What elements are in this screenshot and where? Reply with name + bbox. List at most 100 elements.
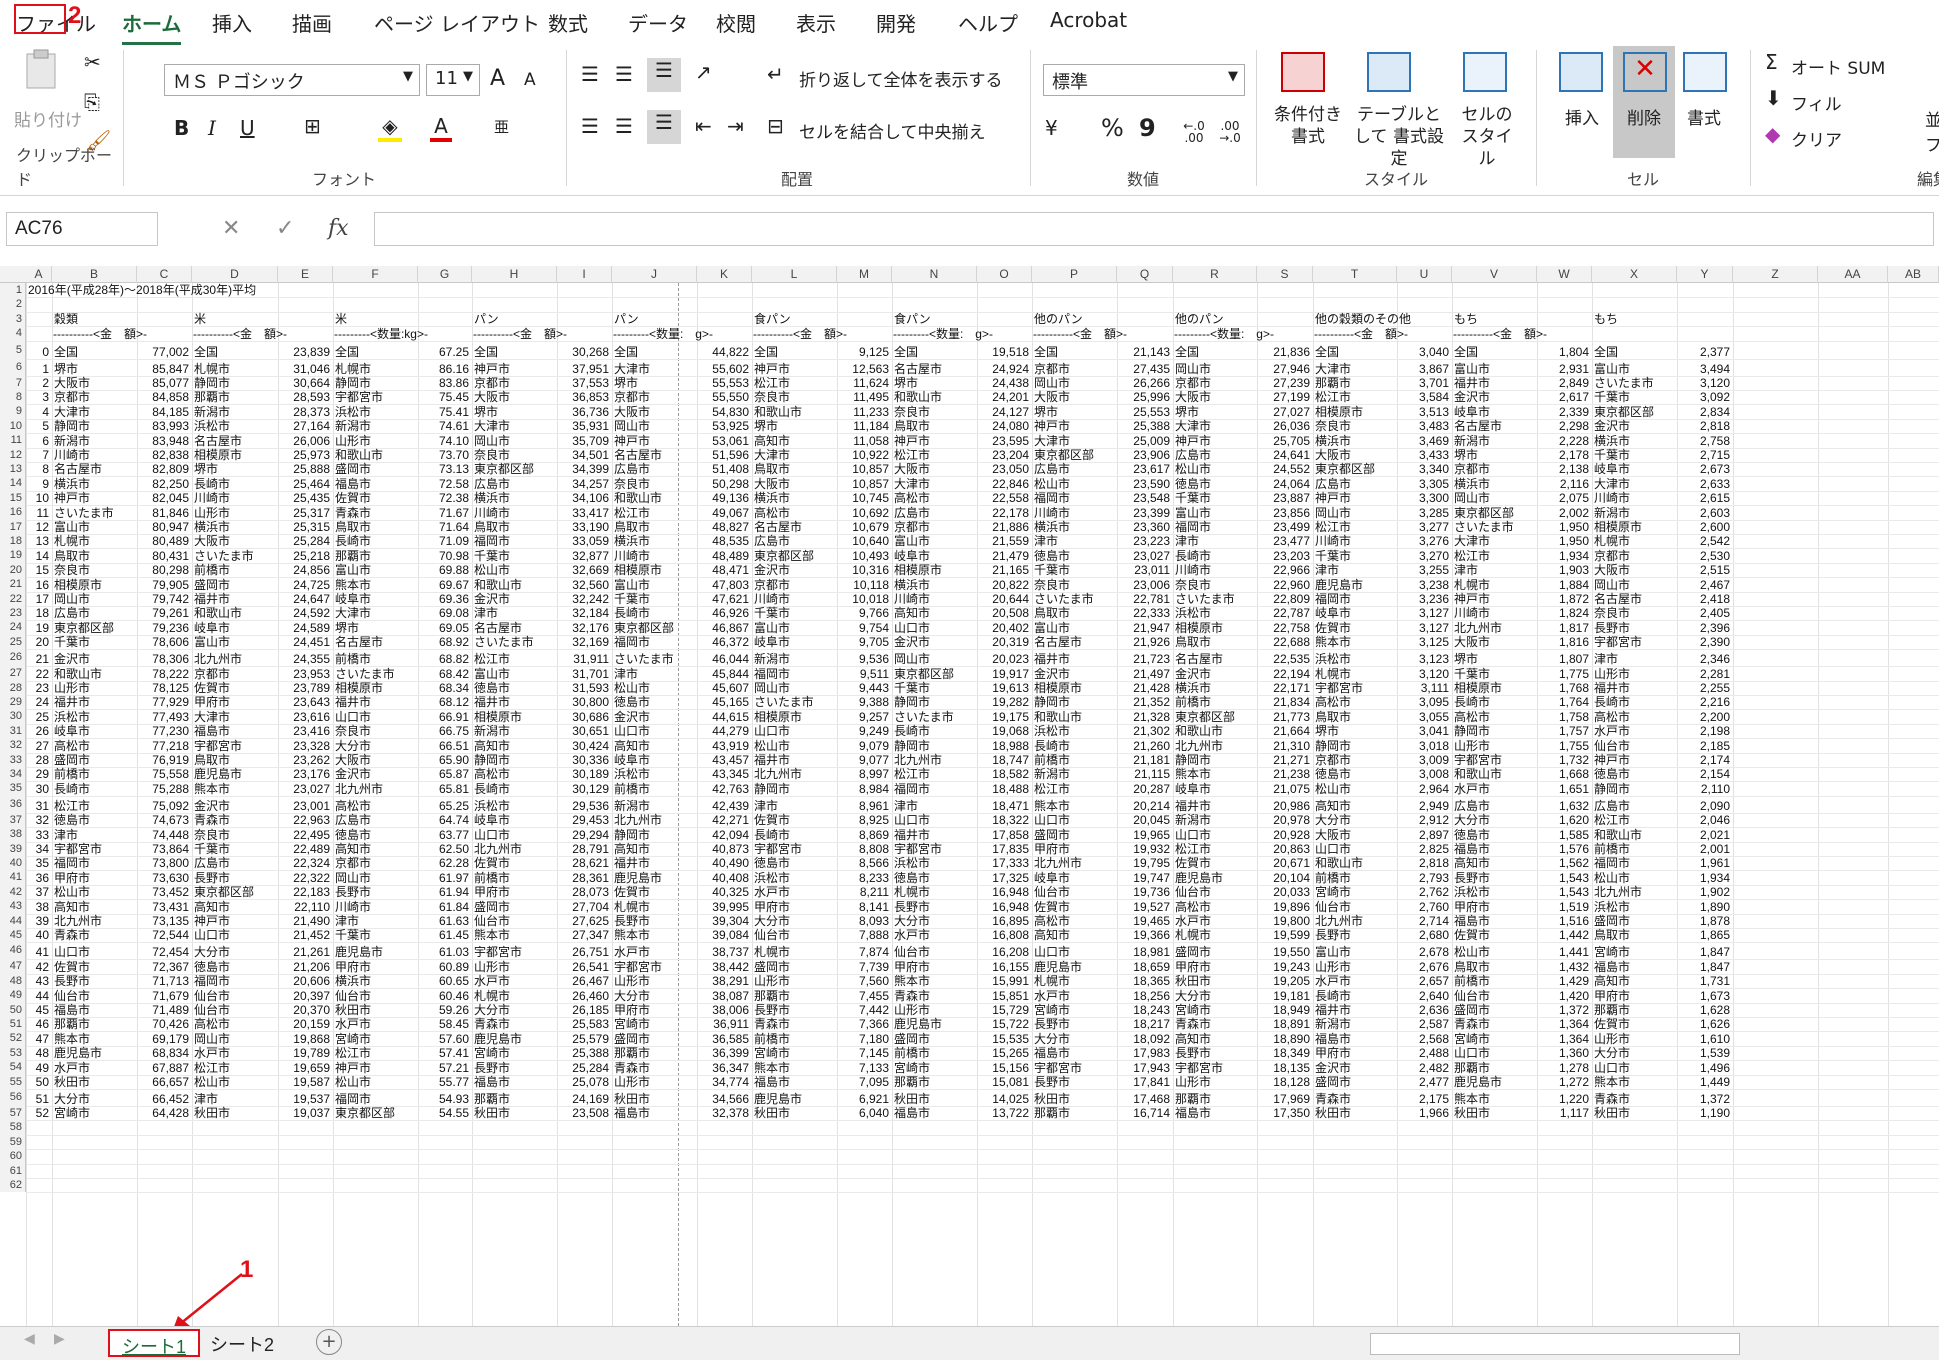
format-cells-button[interactable]: 書式 bbox=[1687, 104, 1721, 129]
cell[interactable]: 25,284 bbox=[278, 534, 330, 548]
cell[interactable]: 松江市 bbox=[1175, 842, 1257, 856]
cell[interactable]: 鹿児島市 bbox=[474, 1032, 557, 1046]
cell[interactable]: 83,948 bbox=[137, 434, 189, 448]
cell[interactable]: 18,365 bbox=[1117, 974, 1170, 988]
cell[interactable]: 38,442 bbox=[697, 960, 749, 974]
cell[interactable]: 浜松市 bbox=[474, 799, 557, 813]
cell[interactable]: 23,508 bbox=[557, 1106, 609, 1120]
orientation-icon[interactable]: ↗ bbox=[695, 60, 712, 84]
row-header[interactable]: 22 bbox=[0, 591, 26, 606]
cell[interactable]: 金沢市 bbox=[1175, 667, 1257, 681]
cell[interactable]: 42,271 bbox=[697, 813, 749, 827]
cell[interactable]: 68,834 bbox=[137, 1046, 189, 1060]
cell[interactable]: 21,206 bbox=[278, 960, 330, 974]
cell[interactable]: 鹿児島市 bbox=[1175, 871, 1257, 885]
cell[interactable]: 仙台市 bbox=[754, 928, 837, 942]
cell[interactable]: 1,442 bbox=[1537, 928, 1589, 942]
cell[interactable]: 77,493 bbox=[137, 710, 189, 724]
cell[interactable]: 熊本市 bbox=[1594, 1075, 1677, 1089]
cell[interactable]: 65.25 bbox=[418, 799, 469, 813]
cell[interactable]: 松山市 bbox=[614, 681, 697, 695]
cell[interactable]: 1,372 bbox=[1537, 1003, 1589, 1017]
cell[interactable]: 1,626 bbox=[1677, 1017, 1730, 1031]
cell[interactable]: 27,946 bbox=[1257, 362, 1310, 376]
cell[interactable]: 9,754 bbox=[837, 621, 889, 635]
cell[interactable]: 25 bbox=[26, 710, 49, 724]
cell[interactable]: 21 bbox=[26, 652, 49, 666]
cell[interactable]: 松山市 bbox=[194, 1075, 278, 1089]
row-header[interactable]: 36 bbox=[0, 795, 26, 813]
cell[interactable]: 25,078 bbox=[557, 1075, 609, 1089]
cell[interactable]: 2,075 bbox=[1537, 491, 1589, 505]
cell[interactable]: 前橋市 bbox=[474, 871, 557, 885]
cell[interactable]: 2,931 bbox=[1537, 362, 1589, 376]
cell[interactable]: 2,298 bbox=[1537, 419, 1589, 433]
cell[interactable]: 和歌山市 bbox=[754, 405, 837, 419]
cell[interactable]: 東京都区部 bbox=[1175, 710, 1257, 724]
cell[interactable]: 26,541 bbox=[557, 960, 609, 974]
insert-cells-button[interactable]: 挿入 bbox=[1565, 104, 1599, 129]
cell[interactable]: 58.45 bbox=[418, 1017, 469, 1031]
cell[interactable]: 熊本市 bbox=[1034, 799, 1117, 813]
border-icon[interactable]: ⊞ bbox=[304, 114, 321, 138]
cell[interactable]: 39,304 bbox=[697, 914, 749, 928]
row-header[interactable]: 56 bbox=[0, 1089, 26, 1106]
cell[interactable]: 23,204 bbox=[977, 448, 1029, 462]
cell[interactable]: 奈良市 bbox=[894, 405, 977, 419]
cell[interactable]: 3,255 bbox=[1397, 563, 1449, 577]
cell[interactable]: 2,488 bbox=[1397, 1046, 1449, 1060]
cell[interactable]: 福井市 bbox=[474, 695, 557, 709]
cell[interactable]: 15 bbox=[26, 563, 49, 577]
cell[interactable]: 65.81 bbox=[418, 782, 469, 796]
cell[interactable]: 佐賀市 bbox=[1454, 928, 1537, 942]
cell[interactable]: 19,599 bbox=[1257, 928, 1310, 942]
row-header[interactable]: 14 bbox=[0, 476, 26, 491]
cell[interactable]: 静岡市 bbox=[1315, 739, 1397, 753]
cell[interactable]: 22,495 bbox=[278, 828, 330, 842]
cell[interactable]: 11 bbox=[26, 506, 49, 520]
cell[interactable]: 川崎市 bbox=[894, 592, 977, 606]
cell[interactable]: 鹿児島市 bbox=[194, 767, 278, 781]
cell[interactable]: 41 bbox=[26, 945, 49, 959]
cell[interactable]: 77,218 bbox=[137, 739, 189, 753]
row-header[interactable]: 7 bbox=[0, 375, 26, 390]
tab-5[interactable]: 数式 bbox=[548, 8, 588, 37]
cell[interactable]: 60.65 bbox=[418, 974, 469, 988]
cell[interactable]: 岡山市 bbox=[754, 681, 837, 695]
row-header[interactable]: 18 bbox=[0, 534, 26, 549]
cell[interactable]: 7,739 bbox=[837, 960, 889, 974]
cell[interactable]: 19,659 bbox=[278, 1061, 330, 1075]
cell[interactable]: 高知市 bbox=[474, 739, 557, 753]
cell[interactable]: 20,023 bbox=[977, 652, 1029, 666]
cell[interactable]: 10,922 bbox=[837, 448, 889, 462]
cell[interactable]: 宮崎市 bbox=[474, 1046, 557, 1060]
cell[interactable]: 青森市 bbox=[1315, 1092, 1397, 1106]
cell[interactable]: 69,179 bbox=[137, 1032, 189, 1046]
cell[interactable]: 静岡市 bbox=[1594, 782, 1677, 796]
cell[interactable]: 堺市 bbox=[54, 362, 137, 376]
cell[interactable]: 71.67 bbox=[418, 506, 469, 520]
cell[interactable]: 28,073 bbox=[557, 885, 609, 899]
cell[interactable]: 松江市 bbox=[54, 799, 137, 813]
cell[interactable]: 28,593 bbox=[278, 390, 330, 404]
column-header[interactable]: D bbox=[192, 266, 278, 283]
cell[interactable]: 16 bbox=[26, 578, 49, 592]
cell[interactable]: 仙台市 bbox=[894, 945, 977, 959]
cell[interactable]: 名古屋市 bbox=[1594, 592, 1677, 606]
cell[interactable]: 東京都区部 bbox=[754, 549, 837, 563]
cell[interactable]: 14,025 bbox=[977, 1092, 1029, 1106]
cell[interactable]: 26,467 bbox=[557, 974, 609, 988]
cell[interactable]: 21,664 bbox=[1257, 724, 1310, 738]
row-header[interactable]: 13 bbox=[0, 462, 26, 477]
cell[interactable]: 長野市 bbox=[1454, 871, 1537, 885]
cell[interactable]: 秋田市 bbox=[754, 1106, 837, 1120]
cell[interactable]: 山形市 bbox=[1175, 1075, 1257, 1089]
name-box[interactable]: AC76 bbox=[6, 212, 158, 246]
cell[interactable]: 2,482 bbox=[1397, 1061, 1449, 1075]
cell[interactable]: 26,036 bbox=[1257, 419, 1310, 433]
cell[interactable]: 東京都区部 bbox=[1594, 405, 1677, 419]
cell[interactable]: 全国 bbox=[1315, 345, 1397, 359]
cell[interactable]: 23,176 bbox=[278, 767, 330, 781]
cell[interactable]: 福島市 bbox=[335, 477, 418, 491]
cell[interactable]: 51,408 bbox=[697, 462, 749, 476]
